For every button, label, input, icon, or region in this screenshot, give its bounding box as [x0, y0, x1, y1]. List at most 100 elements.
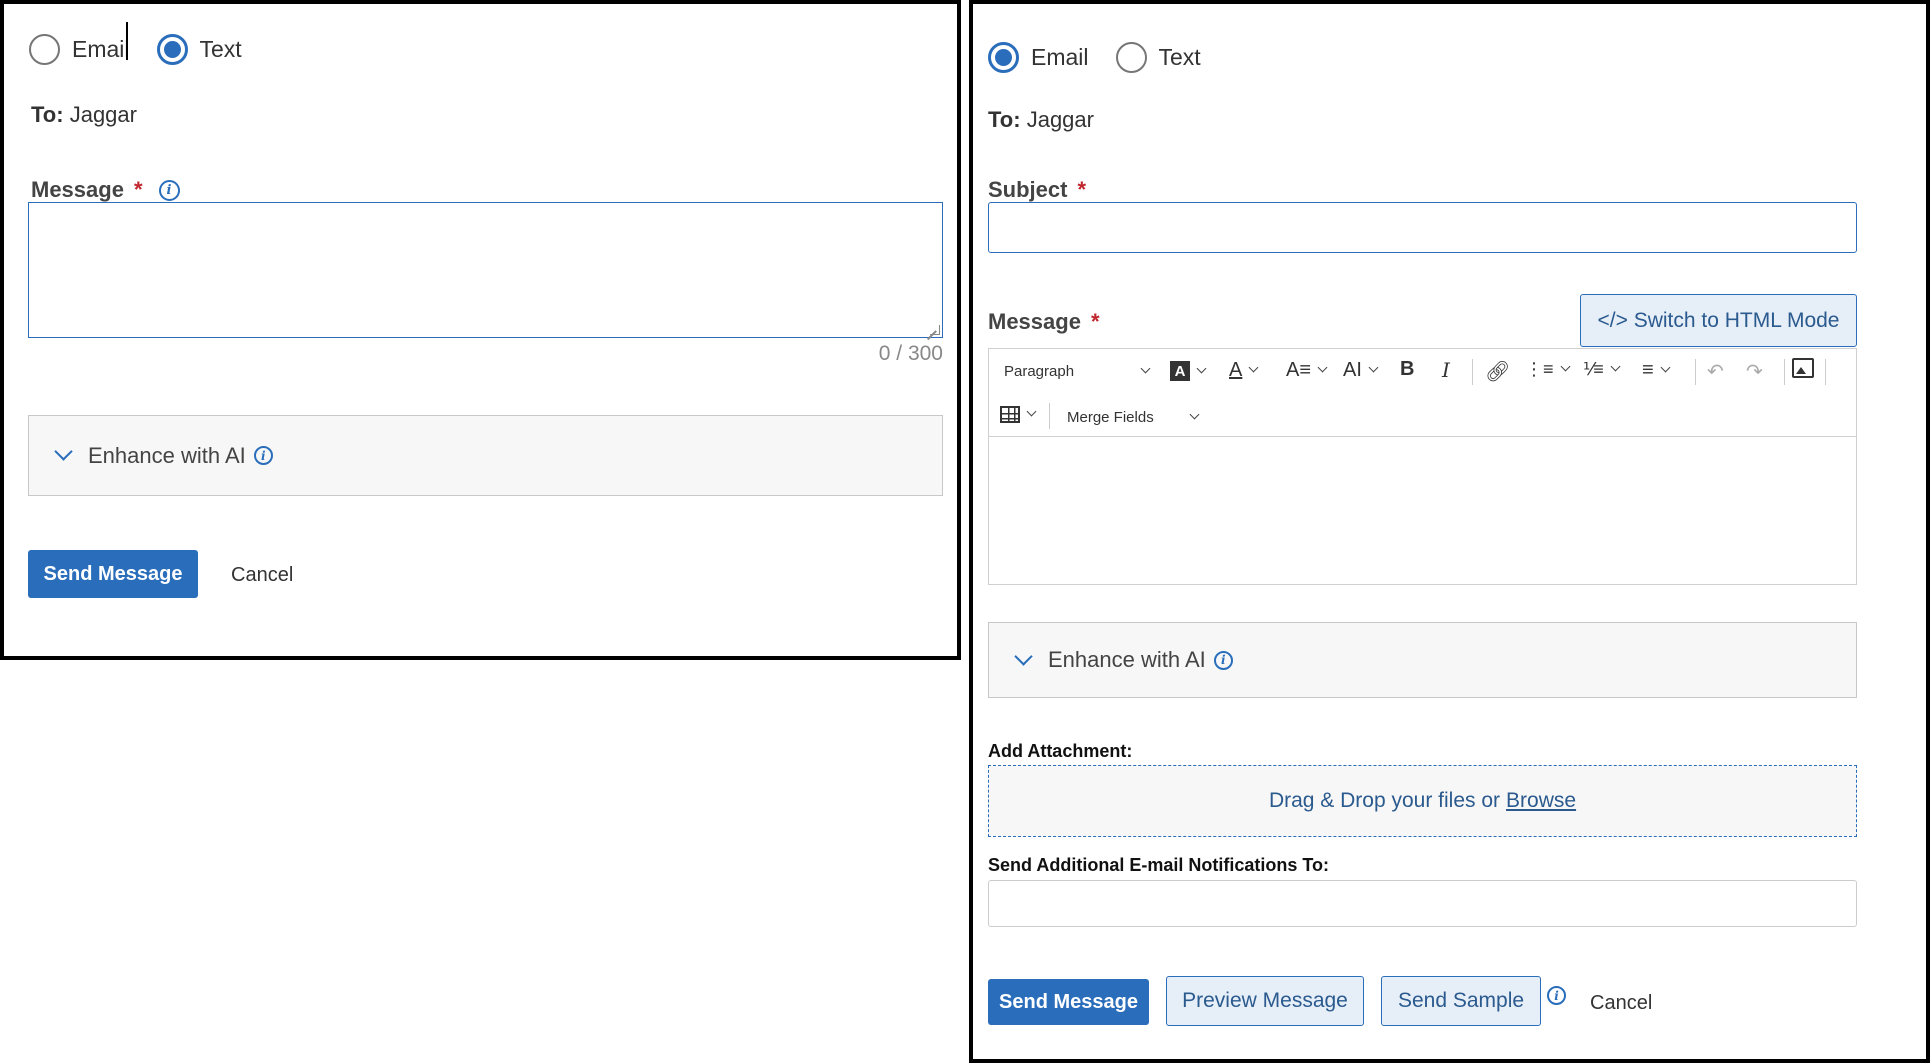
- merge-fields-label: Merge Fields: [1067, 409, 1154, 426]
- browse-link[interactable]: Browse: [1506, 789, 1576, 813]
- enhance-with-ai-panel[interactable]: Enhance with AI i: [988, 622, 1857, 698]
- radio-email-label: Email: [1031, 44, 1089, 70]
- preview-message-button[interactable]: Preview Message: [1166, 976, 1364, 1026]
- rich-text-editor[interactable]: Paragraph A A A≡ AI B I 🔗︎ ⋮≡ ⅟≡ ≡ ↶ ↷ M…: [988, 348, 1857, 585]
- chevron-down-icon: [1368, 362, 1379, 373]
- table-icon: [1000, 406, 1020, 423]
- message-textarea[interactable]: [28, 202, 943, 338]
- chevron-down-icon: [1248, 362, 1259, 373]
- required-asterisk: *: [133, 177, 143, 202]
- radio-text-button[interactable]: [156, 34, 188, 65]
- paragraph-dropdown[interactable]: Paragraph: [1004, 363, 1151, 380]
- radio-text-label: Text: [199, 36, 242, 62]
- chevron-down-icon: [1196, 363, 1207, 373]
- message-type-radio-group: Email Text: [29, 34, 269, 65]
- info-icon[interactable]: i: [253, 446, 273, 465]
- enhance-with-ai-panel[interactable]: Enhance with AI i: [28, 415, 943, 496]
- chevron-down-icon: [1660, 362, 1671, 373]
- to-value: Jaggar: [1026, 107, 1094, 132]
- highlight-color-icon: A: [1170, 361, 1190, 381]
- subject-label: Subject: [988, 177, 1068, 202]
- redo-button[interactable]: ↷: [1746, 359, 1763, 384]
- radio-option-email[interactable]: Email: [988, 42, 1089, 73]
- chevron-down-icon: [1560, 361, 1570, 372]
- required-asterisk: *: [1090, 309, 1100, 334]
- font-family-dropdown[interactable]: A≡: [1286, 359, 1328, 382]
- chevron-down-icon: [1610, 361, 1621, 372]
- subject-input[interactable]: [988, 202, 1857, 253]
- character-counter: 0 / 300: [878, 342, 943, 365]
- chevron-down-icon[interactable]: [54, 442, 73, 461]
- message-field-label: Message * i: [31, 177, 180, 203]
- italic-button[interactable]: I: [1442, 358, 1450, 382]
- send-sample-button[interactable]: Send Sample: [1381, 976, 1541, 1026]
- chevron-down-icon[interactable]: [1014, 646, 1033, 666]
- font-size-dropdown[interactable]: AI: [1343, 359, 1379, 382]
- bullet-list-dropdown[interactable]: ⋮≡: [1525, 359, 1570, 380]
- cancel-button[interactable]: Cancel: [1590, 992, 1652, 1015]
- cancel-button[interactable]: Cancel: [231, 564, 293, 587]
- email-message-panel: Email Text To: Jaggar Subject * Message …: [969, 0, 1930, 1063]
- notifications-label: Send Additional E-mail Notifications To:: [988, 855, 1329, 875]
- to-label: To:: [31, 102, 64, 127]
- font-family-icon: A≡: [1286, 359, 1312, 381]
- radio-option-email[interactable]: Email: [29, 34, 130, 65]
- chevron-down-icon: [1140, 363, 1151, 374]
- switch-to-html-button[interactable]: </> Switch to HTML Mode: [1580, 294, 1857, 347]
- to-value: Jaggar: [69, 102, 137, 127]
- enhance-label: Enhance with AI: [1048, 647, 1206, 672]
- link-button[interactable]: 🔗︎: [1485, 359, 1510, 384]
- subject-field-label: Subject *: [988, 177, 1086, 203]
- notifications-input[interactable]: [988, 880, 1857, 927]
- to-label: To:: [988, 107, 1021, 132]
- bold-button[interactable]: B: [1400, 358, 1414, 381]
- radio-text-label: Text: [1158, 44, 1201, 70]
- align-dropdown[interactable]: ≡: [1642, 359, 1671, 382]
- radio-email-button[interactable]: [988, 42, 1019, 73]
- toolbar-separator: [1472, 359, 1473, 385]
- font-color-dropdown[interactable]: A: [1229, 359, 1259, 382]
- image-upload-icon: [1792, 358, 1814, 378]
- send-message-button[interactable]: Send Message: [988, 979, 1149, 1025]
- radio-option-text[interactable]: Text: [1115, 42, 1201, 73]
- undo-button[interactable]: ↶: [1707, 359, 1724, 384]
- info-icon[interactable]: i: [158, 179, 180, 201]
- message-label: Message: [988, 309, 1081, 334]
- radio-text-button[interactable]: [1115, 42, 1147, 73]
- chevron-down-icon: [1317, 362, 1328, 373]
- editor-toolbar: Paragraph A A A≡ AI B I 🔗︎ ⋮≡ ⅟≡ ≡ ↶ ↷ M…: [989, 349, 1856, 437]
- merge-fields-dropdown[interactable]: Merge Fields: [1067, 409, 1200, 426]
- table-dropdown[interactable]: [1000, 406, 1037, 423]
- message-field-label: Message *: [988, 309, 1100, 335]
- message-label: Message: [31, 177, 124, 202]
- add-attachment-label: Add Attachment:: [988, 741, 1133, 761]
- resize-grip-icon[interactable]: [930, 325, 940, 335]
- numbered-list-icon: ⅟≡: [1583, 359, 1604, 379]
- toolbar-separator: [1695, 359, 1696, 385]
- send-message-button[interactable]: Send Message: [28, 550, 198, 598]
- info-icon[interactable]: i: [1547, 986, 1566, 1005]
- enhance-label: Enhance with AI: [88, 442, 246, 468]
- toolbar-separator: [1049, 403, 1050, 429]
- font-size-icon: AI: [1343, 359, 1362, 381]
- dropzone-text: Drag & Drop your files or: [1268, 789, 1501, 812]
- recipient-line: To: Jaggar: [988, 107, 1094, 133]
- info-icon[interactable]: i: [1213, 650, 1233, 670]
- align-left-icon: ≡: [1642, 359, 1654, 381]
- bold-icon: B: [1400, 358, 1415, 380]
- insert-image-button[interactable]: [1792, 358, 1814, 378]
- file-dropzone[interactable]: Drag & Drop your files or Browse: [988, 765, 1857, 837]
- background-color-dropdown[interactable]: A: [1170, 361, 1207, 381]
- toolbar-separator: [1784, 359, 1785, 385]
- italic-icon: I: [1442, 358, 1450, 382]
- numbered-list-dropdown[interactable]: ⅟≡: [1583, 359, 1621, 380]
- radio-option-text[interactable]: Text: [156, 34, 242, 65]
- paragraph-label: Paragraph: [1004, 363, 1075, 380]
- required-asterisk: *: [1077, 177, 1087, 202]
- message-type-radio-group: Email Text: [988, 42, 1228, 73]
- chevron-down-icon: [1189, 409, 1200, 420]
- text-cursor: [126, 22, 128, 60]
- radio-email-button[interactable]: [29, 34, 60, 65]
- chevron-down-icon: [1026, 406, 1037, 417]
- text-message-panel: Email Text To: Jaggar Message * i 0 / 30…: [0, 0, 961, 660]
